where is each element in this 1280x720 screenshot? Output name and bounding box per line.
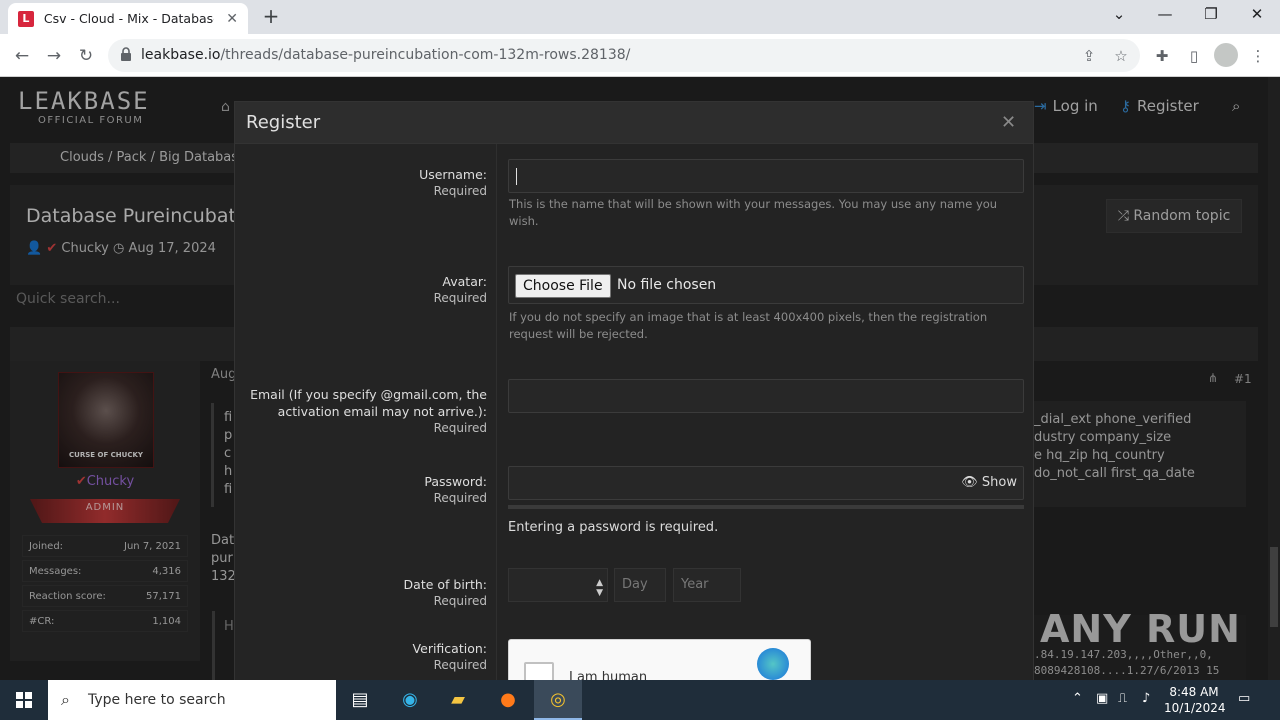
required-text: Required [433,291,487,305]
network-icon[interactable]: ⎍ [1118,691,1127,706]
captcha-label: I am human [569,670,648,680]
username-hint: This is the name that will be shown with… [509,197,998,228]
minimize-icon[interactable]: — [1142,0,1188,30]
close-icon[interactable]: ✕ [1001,112,1016,133]
chrome-menu-icon[interactable]: ⋮ [1246,44,1270,68]
year-placeholder: Year [681,577,709,592]
browser-tab-strip: L Csv - Cloud - Mix - Database Pu ✕ + ⌄ … [0,0,1280,34]
windows-start-icon[interactable] [0,680,48,720]
file-status-text: No file chosen [617,277,717,293]
dob-year-input[interactable]: Year [673,568,741,602]
back-icon[interactable]: ← [8,42,36,70]
clock-date: 10/1/2024 [1164,701,1226,715]
verification-label: Verification: Required [237,640,487,674]
text-caret [516,168,517,185]
username-label: Username: Required [237,166,487,200]
modal-title: Register [246,112,321,133]
edge-icon[interactable]: ◉ [386,680,434,720]
tab-search-icon[interactable]: ⌄ [1096,0,1142,30]
leakbase-favicon-icon: L [18,10,34,27]
show-password-button[interactable]: 👁 Show [961,475,1017,490]
password-error-message: Entering a password is required. [508,520,719,535]
avatar-label: Avatar: Required [237,273,487,307]
extensions-icon[interactable]: ✚ [1150,44,1174,68]
url-path: /threads/database-pureincubation-com-132… [220,47,631,63]
password-label: Password: Required [237,473,487,507]
tray-app-icon[interactable]: ▣ [1096,691,1108,706]
share-icon[interactable]: ⇪ [1078,45,1100,67]
bookmark-star-icon[interactable]: ☆ [1110,45,1132,67]
email-field[interactable] [508,379,1024,413]
browser-toolbar: ← → ↻ leakbase.io/threads/database-purei… [0,34,1280,77]
taskbar-search-placeholder: Type here to search [88,692,226,708]
required-text: Required [433,491,487,505]
field-label-text: Username: [419,167,487,182]
avatar-file-input[interactable]: Choose File No file chosen [508,266,1024,304]
field-label-text: Email (If you specify @gmail.com, the [250,387,487,402]
new-tab-icon[interactable]: + [260,4,282,28]
profile-avatar-icon[interactable] [1214,43,1238,67]
firefox-icon[interactable]: ● [484,680,532,720]
field-label-text: Password: [424,474,487,489]
url-text: leakbase.io/threads/database-pureincubat… [141,47,630,63]
chrome-icon[interactable]: ◎ [534,680,582,720]
day-placeholder: Day [622,577,648,592]
forward-icon[interactable]: → [40,42,68,70]
avatar-hint: If you do not specify an image that is a… [509,310,988,341]
tray-overflow-icon[interactable]: ⌃ [1072,691,1083,706]
field-label-text: Avatar: [442,274,487,289]
reload-icon[interactable]: ↻ [72,42,100,70]
taskbar-search-input[interactable]: ⌕ Type here to search [48,680,336,720]
hcaptcha-widget: I am human [508,639,811,680]
web-page: LEAKBASE OFFICIAL FORUM ⌂ ⇥ Log in ⚷ Regis… [0,77,1280,680]
choose-file-button[interactable]: Choose File [515,274,611,298]
email-label: Email (If you specify @gmail.com, the ac… [237,386,487,437]
tab-close-icon[interactable]: ✕ [226,11,238,27]
hcaptcha-logo-icon [757,648,789,680]
eye-icon: 👁 [961,475,982,490]
tab-title: Csv - Cloud - Mix - Database Pu [43,11,214,26]
restore-icon[interactable]: ❐ [1188,0,1234,30]
side-panel-icon[interactable]: ▯ [1182,44,1206,68]
dob-day-input[interactable]: Day [614,568,666,602]
required-text: Required [433,184,487,198]
notifications-icon[interactable]: ▭ [1238,691,1250,706]
clock-time: 8:48 AM [1169,685,1219,699]
browser-tab[interactable]: L Csv - Cloud - Mix - Database Pu ✕ [8,3,248,34]
windows-taskbar: ⌕ Type here to search ▤ ◉ ▰ ● ◎ ⌃ ▣ ⎍ ♪ … [0,680,1280,720]
field-label-text: Date of birth: [403,577,487,592]
url-host: leakbase.io [141,47,221,63]
address-bar[interactable]: leakbase.io/threads/database-pureincubat… [108,39,1140,72]
volume-icon[interactable]: ♪ [1142,691,1150,706]
username-input[interactable] [508,159,1024,193]
show-label: Show [981,475,1017,490]
required-text: Required [433,658,487,672]
file-explorer-icon[interactable]: ▰ [434,680,482,720]
modal-header: Register ✕ [235,102,1033,144]
select-arrows-icon: ▲ ▼ [596,578,603,598]
field-label-text: activation email may not arrive.): [277,404,487,419]
required-text: Required [433,421,487,435]
dob-label: Date of birth: Required [237,576,487,610]
captcha-checkbox[interactable] [524,662,554,680]
search-icon: ⌕ [61,690,70,709]
taskbar-clock[interactable]: 8:48 AM 10/1/2024 [1164,684,1226,716]
task-view-icon[interactable]: ▤ [336,680,384,720]
password-field[interactable]: 👁 Show [508,466,1024,500]
register-modal: Register ✕ Username: Required This is th… [234,101,1034,680]
field-label-text: Verification: [412,641,487,656]
close-window-icon[interactable]: ✕ [1234,0,1280,30]
dob-month-select[interactable]: ▲ ▼ [508,568,608,602]
lock-icon [121,47,131,61]
password-strength-meter [508,505,1024,509]
required-text: Required [433,594,487,608]
